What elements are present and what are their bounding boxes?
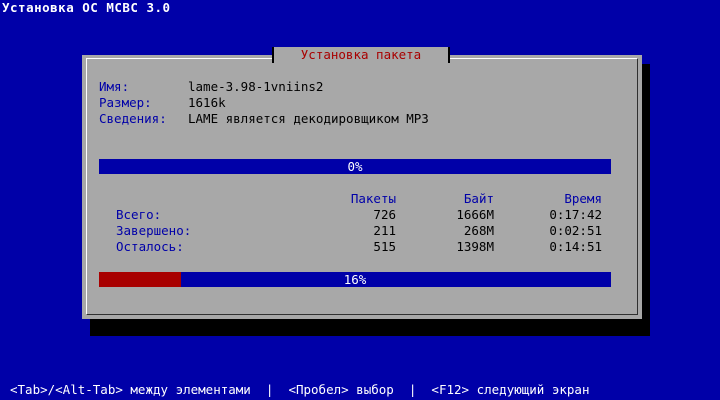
key-hints-footer: <Tab>/<Alt-Tab> между элементами | <Проб…: [10, 382, 590, 397]
row-bytes: 268M: [463, 223, 494, 238]
package-progress-bar: 0%: [99, 159, 611, 174]
row-time: 0:17:42: [549, 207, 602, 222]
row-packages: 211: [373, 223, 396, 238]
install-dialog: Установка пакета Имя: lame-3.98-1vniins2…: [82, 47, 642, 319]
row-time: 0:02:51: [549, 223, 602, 238]
header-packages: Пакеты: [350, 191, 396, 206]
row-label: Завершено:: [116, 223, 192, 238]
dialog-title: Установка пакета: [272, 47, 450, 63]
size-value: 1616k: [188, 95, 226, 110]
row-label: Осталось:: [116, 239, 184, 254]
row-bytes: 1398M: [456, 239, 494, 254]
package-progress-label: 0%: [347, 159, 363, 174]
header-time: Время: [564, 191, 602, 206]
header-bytes: Байт: [463, 191, 494, 206]
total-progress-label: 16%: [343, 272, 367, 287]
size-label: Размер:: [99, 95, 152, 110]
row-bytes: 1666M: [456, 207, 494, 222]
name-label: Имя:: [99, 79, 130, 94]
details-label: Сведения:: [99, 111, 167, 126]
details-value: LAME является декодировщиком MP3: [188, 111, 429, 126]
name-value: lame-3.98-1vniins2: [188, 79, 324, 94]
row-packages: 726: [373, 207, 396, 222]
row-packages: 515: [373, 239, 396, 254]
total-progress-bar: 16%: [99, 272, 611, 287]
row-time: 0:14:51: [549, 239, 602, 254]
window-title: Установка ОС МСВС 3.0: [2, 0, 171, 15]
row-label: Всего:: [116, 207, 162, 222]
